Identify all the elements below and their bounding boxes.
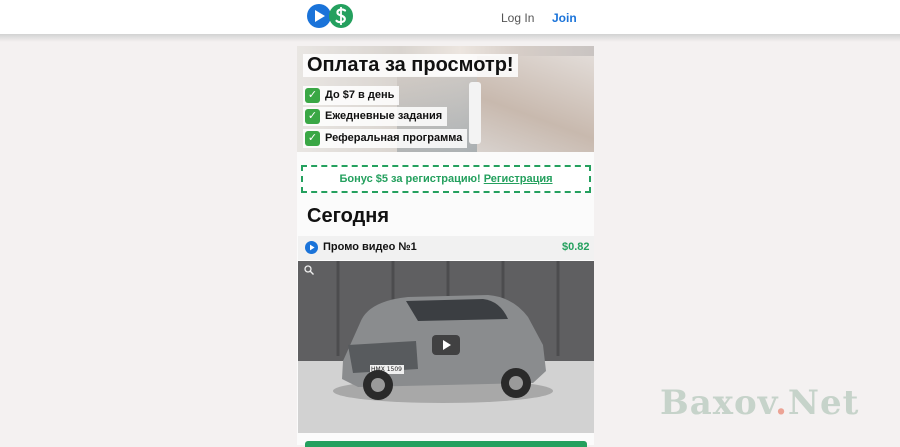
logo-icon[interactable]	[307, 3, 355, 29]
bonus-text: Бонус $5 за регистрацию!	[339, 173, 481, 185]
feature-label: Реферальная программа	[325, 132, 463, 144]
check-icon: ✓	[305, 131, 320, 146]
check-icon: ✓	[305, 88, 320, 103]
zoom-icon[interactable]	[304, 265, 314, 275]
watermark: Baxov.Net	[660, 383, 860, 423]
banner-tablet-image	[469, 82, 481, 144]
play-circle-icon	[305, 241, 318, 254]
license-plate-text: HMX 1509	[371, 366, 402, 373]
feature-item: ✓ До $7 в день	[303, 86, 400, 105]
feature-label: До $7 в день	[325, 89, 395, 101]
feature-label: Ежедневные задания	[325, 110, 443, 122]
play-icon	[443, 340, 451, 350]
check-icon: ✓	[305, 109, 320, 124]
bonus-box: Бонус $5 за регистрацию! Регистрация	[301, 165, 591, 193]
watch-button-top[interactable]	[305, 441, 587, 447]
banner-title: Оплата за просмотр!	[303, 54, 518, 77]
register-link[interactable]: Регистрация	[484, 173, 553, 185]
video-price: $0.82	[562, 241, 590, 253]
top-bar	[0, 0, 900, 34]
join-link[interactable]: Join	[552, 11, 577, 25]
feature-item: ✓ Реферальная программа	[303, 129, 468, 148]
video-play-button[interactable]	[432, 335, 460, 355]
video-title[interactable]: Промо видео №1	[323, 241, 417, 253]
login-link[interactable]: Log In	[501, 11, 534, 25]
feature-item: ✓ Ежедневные задания	[303, 107, 448, 126]
top-bar-shadow	[0, 34, 900, 42]
section-title: Сегодня	[307, 205, 390, 227]
